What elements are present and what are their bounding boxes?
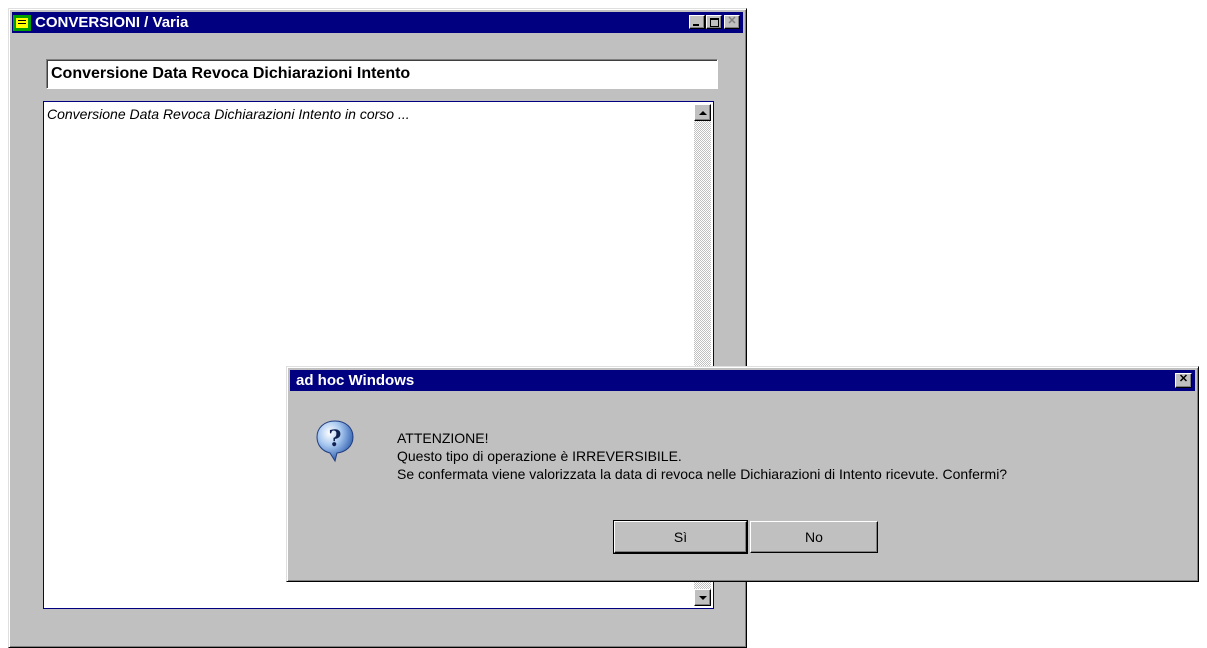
dialog-title: ad hoc Windows xyxy=(296,372,415,389)
dialog-titlebar[interactable]: ad hoc Windows ✕ xyxy=(290,370,1195,391)
header-field: Conversione Data Revoca Dichiarazioni In… xyxy=(46,59,718,89)
dialog-message: ATTENZIONE! Questo tipo di operazione è … xyxy=(397,429,1007,483)
log-text: Conversione Data Revoca Dichiarazioni In… xyxy=(47,106,410,122)
scroll-up-button[interactable] xyxy=(694,104,711,121)
close-icon: ✕ xyxy=(1178,373,1189,385)
message-line-2: Questo tipo di operazione è IRREVERSIBIL… xyxy=(397,448,682,464)
svg-text:?: ? xyxy=(329,426,342,452)
no-label: No xyxy=(805,529,823,545)
app-icon xyxy=(13,14,31,31)
dialog-close-button[interactable]: ✕ xyxy=(1175,373,1192,388)
message-line-3: Se confermata viene valorizzata la data … xyxy=(397,466,1008,482)
yes-button[interactable]: Sì xyxy=(613,520,748,554)
yes-label: Sì xyxy=(673,529,688,545)
maximize-button[interactable] xyxy=(706,15,722,29)
main-titlebar[interactable]: CONVERSIONI / Varia ✕ xyxy=(12,12,743,33)
minimize-icon xyxy=(693,24,699,26)
message-line-1: ATTENZIONE! xyxy=(397,430,489,446)
scroll-down-button[interactable] xyxy=(694,589,711,606)
header-text: Conversione Data Revoca Dichiarazioni In… xyxy=(51,65,411,82)
close-button[interactable]: ✕ xyxy=(724,15,740,29)
arrow-down-icon xyxy=(698,595,707,600)
no-button[interactable]: No xyxy=(750,521,878,553)
main-title: CONVERSIONI / Varia xyxy=(35,14,189,31)
question-icon: ? xyxy=(316,420,354,463)
arrow-up-icon xyxy=(698,110,707,115)
close-icon: ✕ xyxy=(727,15,737,27)
maximize-icon xyxy=(709,18,719,27)
confirm-dialog: ad hoc Windows ✕ ? ATTENZIONE! Questo ti… xyxy=(286,366,1199,582)
minimize-button[interactable] xyxy=(689,15,705,29)
